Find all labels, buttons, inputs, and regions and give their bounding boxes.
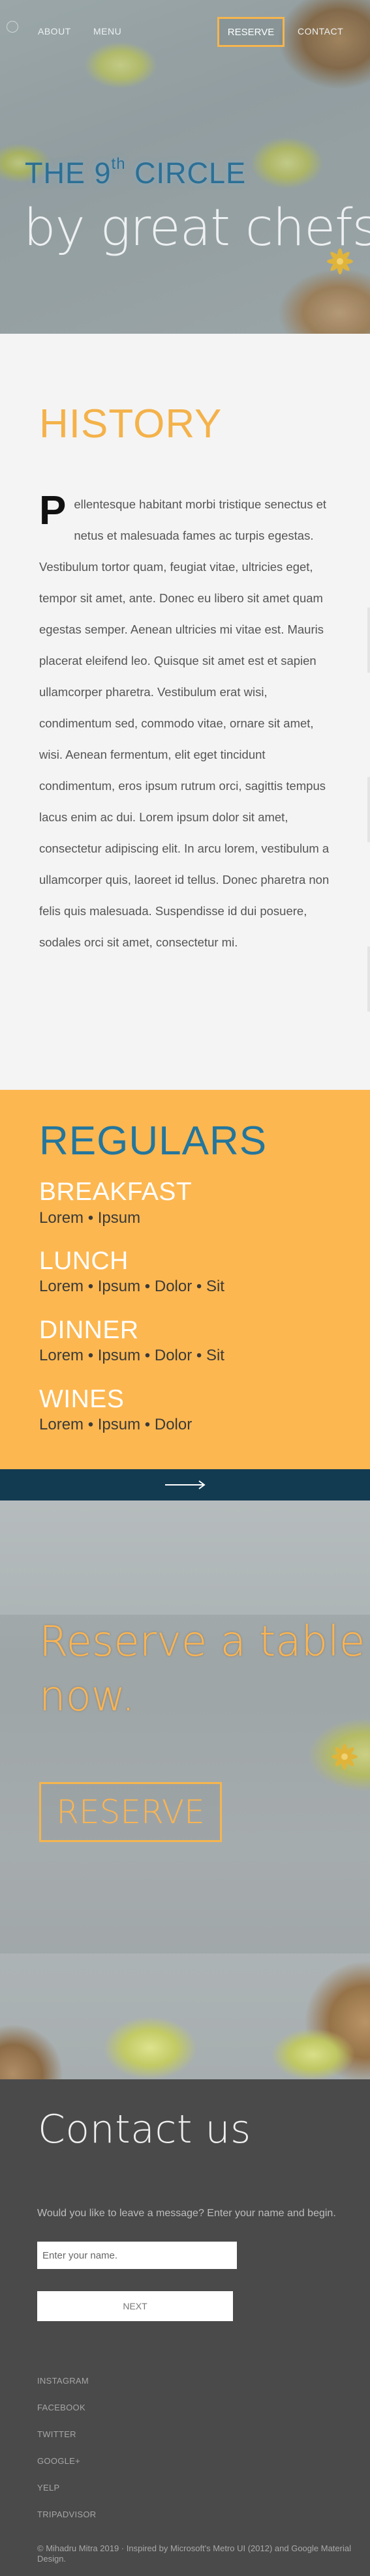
- reserve-heading-line2: now.: [39, 1673, 135, 1721]
- footer-credit: © Mihadru Mitra 2019 · Inspired by Micro…: [37, 2543, 351, 2564]
- next-button[interactable]: NEXT: [37, 2291, 233, 2321]
- dropcap-letter: P: [39, 488, 67, 533]
- hero-section: ABOUT MENU RESERVE CONTACT THE 9th CIRCL…: [0, 0, 370, 334]
- reserve-button[interactable]: RESERVE: [39, 1782, 222, 1842]
- hero-subtitle: by great chefs: [23, 199, 370, 257]
- contact-prompt: Would you like to leave a message? Enter…: [37, 2208, 336, 2219]
- social-link-facebook[interactable]: FACEBOOK: [37, 2403, 85, 2412]
- star-anise-icon: [331, 1744, 358, 1770]
- contact-section: Contact us Would you like to leave a mes…: [0, 2079, 370, 2576]
- menu-items-dinner: Lorem • Ipsum • Dolor • Sit: [39, 1347, 224, 1364]
- reserve-heading: Reserve a table now.: [39, 1615, 365, 1724]
- nav-menu-link[interactable]: MENU: [93, 26, 121, 37]
- contact-heading: Contact us: [38, 2107, 251, 2152]
- social-link-tripadvisor[interactable]: TRIPADVISOR: [37, 2510, 96, 2519]
- history-heading: HISTORY: [39, 402, 223, 446]
- menu-items-lunch: Lorem • Ipsum • Dolor • Sit: [39, 1278, 224, 1295]
- history-body-text: ellentesque habitant morbi tristique sen…: [39, 497, 330, 949]
- menu-items-breakfast: Lorem • Ipsum: [39, 1209, 141, 1227]
- nav-about-link[interactable]: ABOUT: [38, 26, 71, 37]
- menu-category-dinner: DINNER: [39, 1316, 139, 1344]
- menu-category-wines: WINES: [39, 1385, 125, 1413]
- reserve-heading-line1: Reserve a table: [39, 1618, 365, 1666]
- menu-category-breakfast: BREAKFAST: [39, 1178, 193, 1206]
- social-link-yelp[interactable]: YELP: [37, 2483, 59, 2493]
- regulars-heading: REGULARS: [39, 1119, 268, 1164]
- social-link-twitter[interactable]: TWITTER: [37, 2429, 76, 2439]
- name-input[interactable]: [37, 2242, 237, 2269]
- nav-reserve-button[interactable]: RESERVE: [217, 17, 285, 47]
- hero-title-prefix: THE 9: [25, 156, 112, 190]
- history-section: HISTORY Pellentesque habitant morbi tris…: [0, 334, 370, 1090]
- regulars-section: REGULARS BREAKFAST Lorem • Ipsum LUNCH L…: [0, 1090, 370, 1469]
- arrow-right-icon[interactable]: [164, 1480, 206, 1489]
- top-navigation: ABOUT MENU RESERVE CONTACT: [0, 0, 370, 63]
- hero-title-suffix: CIRCLE: [125, 156, 247, 190]
- hero-title: THE 9th CIRCLE: [25, 155, 246, 190]
- social-link-instagram[interactable]: INSTAGRAM: [37, 2376, 89, 2386]
- social-link-google-plus[interactable]: GOOGLE+: [37, 2456, 80, 2466]
- menu-category-lunch: LUNCH: [39, 1247, 129, 1275]
- reserve-section: Reserve a table now. RESERVE: [0, 1500, 370, 2079]
- next-section-bar[interactable]: [0, 1469, 370, 1500]
- nav-contact-link[interactable]: CONTACT: [298, 26, 343, 37]
- menu-items-wines: Lorem • Ipsum • Dolor: [39, 1416, 193, 1433]
- logo-icon[interactable]: [7, 21, 18, 33]
- history-paragraph: Pellentesque habitant morbi tristique se…: [39, 489, 333, 958]
- hero-title-sup: th: [111, 155, 126, 173]
